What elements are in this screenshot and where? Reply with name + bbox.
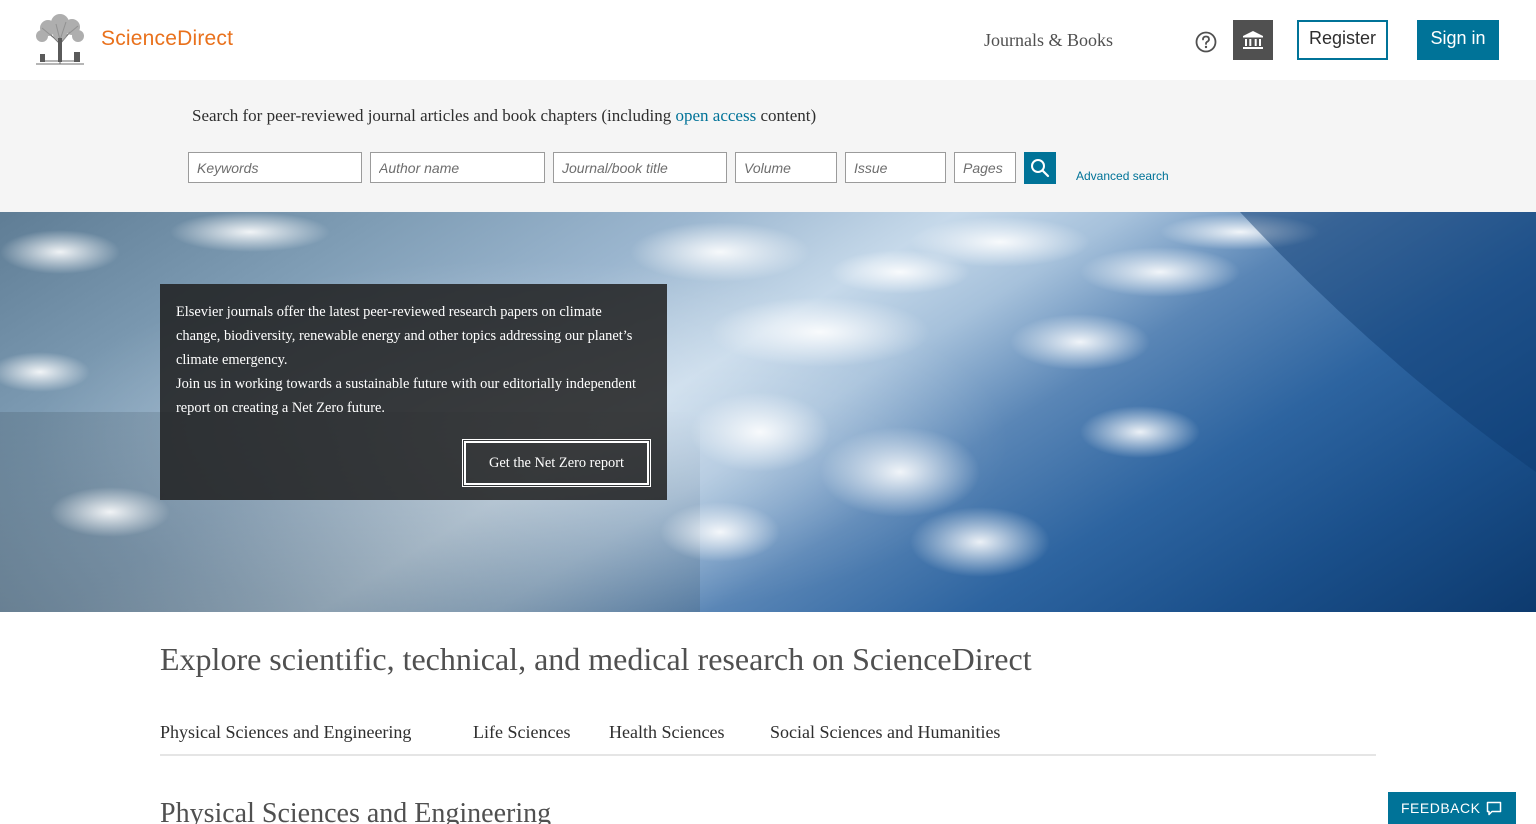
pages-input[interactable] xyxy=(954,152,1016,183)
search-intro-text-end: content) xyxy=(756,106,817,125)
advanced-search-link[interactable]: Advanced search xyxy=(1076,169,1169,183)
speech-bubble-icon xyxy=(1486,801,1502,816)
promo-paragraph-1: Elsevier journals offer the latest peer-… xyxy=(176,304,633,368)
search-intro-text: Search for peer-reviewed journal article… xyxy=(192,106,676,125)
site-header: ScienceDirect Journals & Books Register … xyxy=(0,0,1536,80)
brand-name[interactable]: ScienceDirect xyxy=(101,27,233,51)
tab-life-sciences[interactable]: Life Sciences xyxy=(473,722,570,743)
search-submit-button[interactable] xyxy=(1024,152,1056,184)
sign-in-button[interactable]: Sign in xyxy=(1417,20,1499,60)
promo-text: Elsevier journals offer the latest peer-… xyxy=(176,300,646,420)
journal-title-input[interactable] xyxy=(553,152,727,183)
author-name-input[interactable] xyxy=(370,152,545,183)
search-intro: Search for peer-reviewed journal article… xyxy=(192,106,816,126)
tab-health-sciences[interactable]: Health Sciences xyxy=(609,722,724,743)
issue-input[interactable] xyxy=(845,152,946,183)
section-heading: Physical Sciences and Engineering xyxy=(160,798,552,824)
promo-paragraph-2: Join us in working towards a sustainable… xyxy=(176,376,637,416)
keywords-input[interactable] xyxy=(188,152,362,183)
search-icon xyxy=(1031,159,1050,178)
net-zero-report-button[interactable]: Get the Net Zero report xyxy=(462,439,651,487)
feedback-label: FEEDBACK xyxy=(1401,800,1481,816)
search-panel: Search for peer-reviewed journal article… xyxy=(0,80,1536,212)
tab-social-sciences[interactable]: Social Sciences and Humanities xyxy=(770,722,1000,743)
volume-input[interactable] xyxy=(735,152,837,183)
register-button[interactable]: Register xyxy=(1297,20,1388,60)
tab-physical-sciences[interactable]: Physical Sciences and Engineering xyxy=(160,722,411,743)
institution-icon xyxy=(1243,31,1263,49)
feedback-button[interactable]: FEEDBACK xyxy=(1388,792,1516,824)
net-zero-promo-card: Elsevier journals offer the latest peer-… xyxy=(160,284,667,500)
open-access-link[interactable]: open access xyxy=(676,106,757,125)
explore-heading: Explore scientific, technical, and medic… xyxy=(160,641,1032,677)
journals-books-link[interactable]: Journals & Books xyxy=(984,30,1113,51)
subject-tabs: Physical Sciences and Engineering Life S… xyxy=(160,718,1376,756)
help-circle-icon[interactable] xyxy=(1195,31,1217,53)
hero-banner: Elsevier journals offer the latest peer-… xyxy=(0,212,1536,612)
elsevier-tree-logo[interactable] xyxy=(32,14,88,66)
institution-button[interactable] xyxy=(1233,20,1273,60)
